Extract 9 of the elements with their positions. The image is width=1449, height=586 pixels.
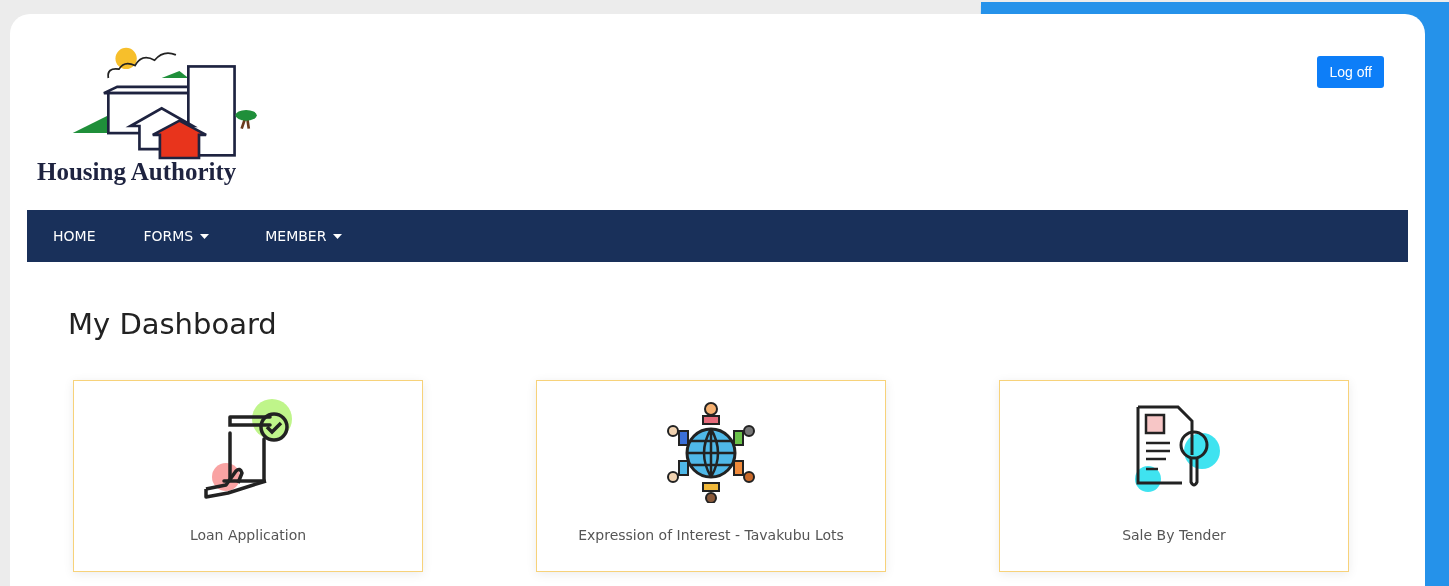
nav-link[interactable]: FORMS bbox=[143, 228, 210, 244]
dashboard-tile[interactable]: Expression of Interest - Tavakubu Lots bbox=[536, 380, 886, 572]
logo-text: Housing Authority bbox=[37, 158, 238, 186]
nav-link[interactable]: HOME bbox=[53, 228, 96, 244]
page-title: My Dashboard bbox=[68, 306, 278, 342]
log-off-button[interactable]: Log off bbox=[1317, 56, 1384, 88]
nav-link[interactable]: MEMBER bbox=[265, 228, 343, 244]
dashboard-tile[interactable]: Loan Application bbox=[73, 380, 423, 572]
dashboard-tile[interactable]: Sale By Tender bbox=[999, 380, 1349, 572]
